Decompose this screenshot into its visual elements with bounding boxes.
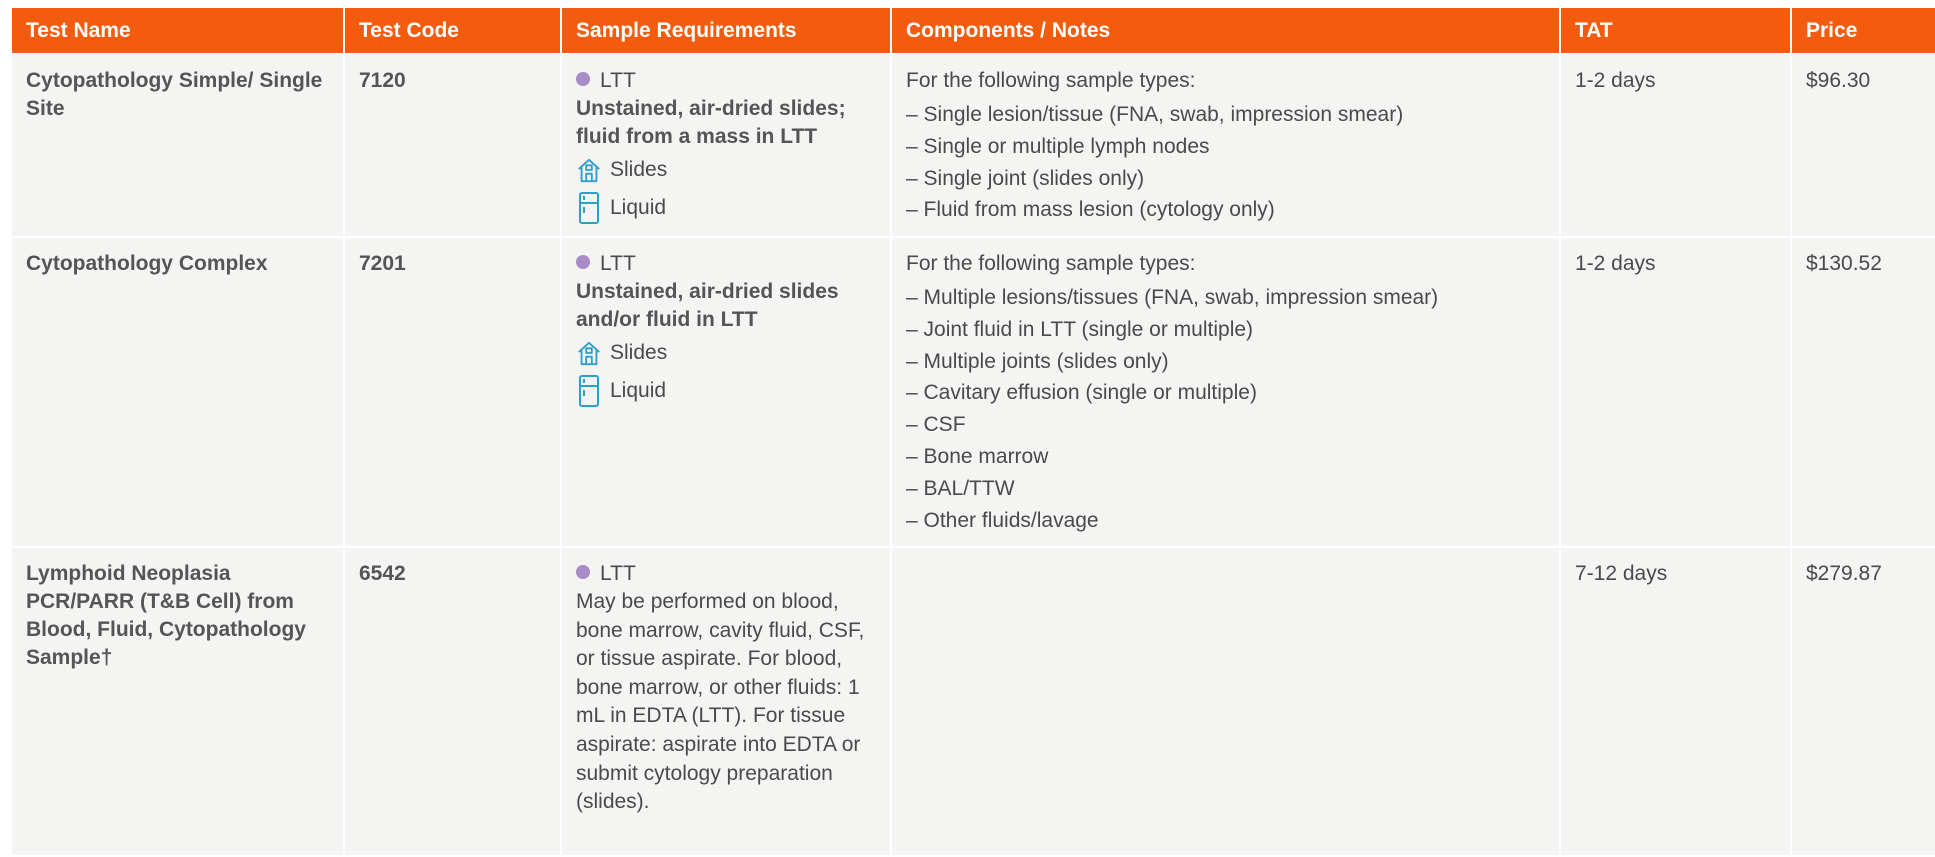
tat-value: 7-12 days — [1561, 548, 1790, 855]
room-temperature-icon — [576, 155, 602, 185]
notes-intro: For the following sample types: — [906, 252, 1196, 275]
header-row: Test Name Test Code Sample Requirements … — [12, 8, 1935, 53]
price-value: $96.30 — [1792, 55, 1935, 236]
refrigerator-icon — [576, 192, 602, 224]
notes-cell — [892, 548, 1559, 855]
list-item: BAL/TTW — [906, 473, 1545, 505]
storage-item: Liquid — [576, 189, 876, 227]
table-row: Cytopathology Simple/ Single Site 7120 L… — [12, 55, 1935, 236]
tube-type: LTT — [600, 562, 636, 585]
header-tat: TAT — [1561, 8, 1790, 53]
storage-label: Liquid — [610, 196, 667, 219]
storage-item: Slides — [576, 334, 876, 372]
storage-item: Slides — [576, 151, 876, 189]
requirement-text: Unstained, air-dried slides; fluid from … — [576, 97, 846, 148]
requirement-text: Unstained, air-dried slides and/or fluid… — [576, 280, 839, 331]
tube-dot-icon — [576, 565, 590, 579]
notes-list: Single lesion/tissue (FNA, swab, impress… — [906, 99, 1545, 226]
sample-requirements-cell: LTT Unstained, air-dried slides; fluid f… — [562, 55, 890, 236]
list-item: Single or multiple lymph nodes — [906, 131, 1545, 163]
tube-type: LTT — [600, 252, 636, 275]
tat-value: 1-2 days — [1561, 238, 1790, 546]
list-item: Single lesion/tissue (FNA, swab, impress… — [906, 99, 1545, 131]
notes-list: Multiple lesions/tissues (FNA, swab, imp… — [906, 282, 1545, 536]
test-name: Cytopathology Simple/ Single Site — [12, 55, 343, 236]
storage-item: Liquid — [576, 372, 876, 410]
test-code: 6542 — [345, 548, 560, 855]
storage-label: Liquid — [610, 379, 667, 402]
header-test-name: Test Name — [12, 8, 343, 53]
list-item: Bone marrow — [906, 441, 1545, 473]
list-item: Multiple joints (slides only) — [906, 346, 1545, 378]
list-item: Other fluids/lavage — [906, 505, 1545, 537]
room-temperature-icon — [576, 338, 602, 368]
header-price: Price — [1792, 8, 1935, 53]
list-item: Joint fluid in LTT (single or multiple) — [906, 314, 1545, 346]
test-pricing-table: Test Name Test Code Sample Requirements … — [10, 6, 1935, 857]
tube-dot-icon — [576, 255, 590, 269]
header-sample-requirements: Sample Requirements — [562, 8, 890, 53]
tube-dot-icon — [576, 72, 590, 86]
tube-type: LTT — [600, 69, 636, 92]
table-row: Lymphoid Neoplasia PCR/PARR (T&B Cell) f… — [12, 548, 1935, 855]
notes-intro: For the following sample types: — [906, 69, 1196, 92]
test-code: 7201 — [345, 238, 560, 546]
list-item: Single joint (slides only) — [906, 163, 1545, 195]
list-item: Multiple lesions/tissues (FNA, swab, imp… — [906, 282, 1545, 314]
list-item: CSF — [906, 409, 1545, 441]
price-value: $130.52 — [1792, 238, 1935, 546]
notes-cell: For the following sample types: Multiple… — [892, 238, 1559, 546]
sample-requirements-cell: LTT Unstained, air-dried slides and/or f… — [562, 238, 890, 546]
requirement-text: May be performed on blood, bone marrow, … — [576, 590, 865, 814]
storage-label: Slides — [610, 341, 668, 364]
notes-cell: For the following sample types: Single l… — [892, 55, 1559, 236]
storage-label: Slides — [610, 158, 668, 181]
tat-value: 1-2 days — [1561, 55, 1790, 236]
test-name: Lymphoid Neoplasia PCR/PARR (T&B Cell) f… — [12, 548, 343, 855]
test-name: Cytopathology Complex — [12, 238, 343, 546]
table-row: Cytopathology Complex 7201 LTT Unstained… — [12, 238, 1935, 546]
list-item: Fluid from mass lesion (cytology only) — [906, 194, 1545, 226]
header-components-notes: Components / Notes — [892, 8, 1559, 53]
list-item: Cavitary effusion (single or multiple) — [906, 377, 1545, 409]
header-test-code: Test Code — [345, 8, 560, 53]
sample-requirements-cell: LTT May be performed on blood, bone marr… — [562, 548, 890, 855]
price-value: $279.87 — [1792, 548, 1935, 855]
refrigerator-icon — [576, 375, 602, 407]
test-code: 7120 — [345, 55, 560, 236]
